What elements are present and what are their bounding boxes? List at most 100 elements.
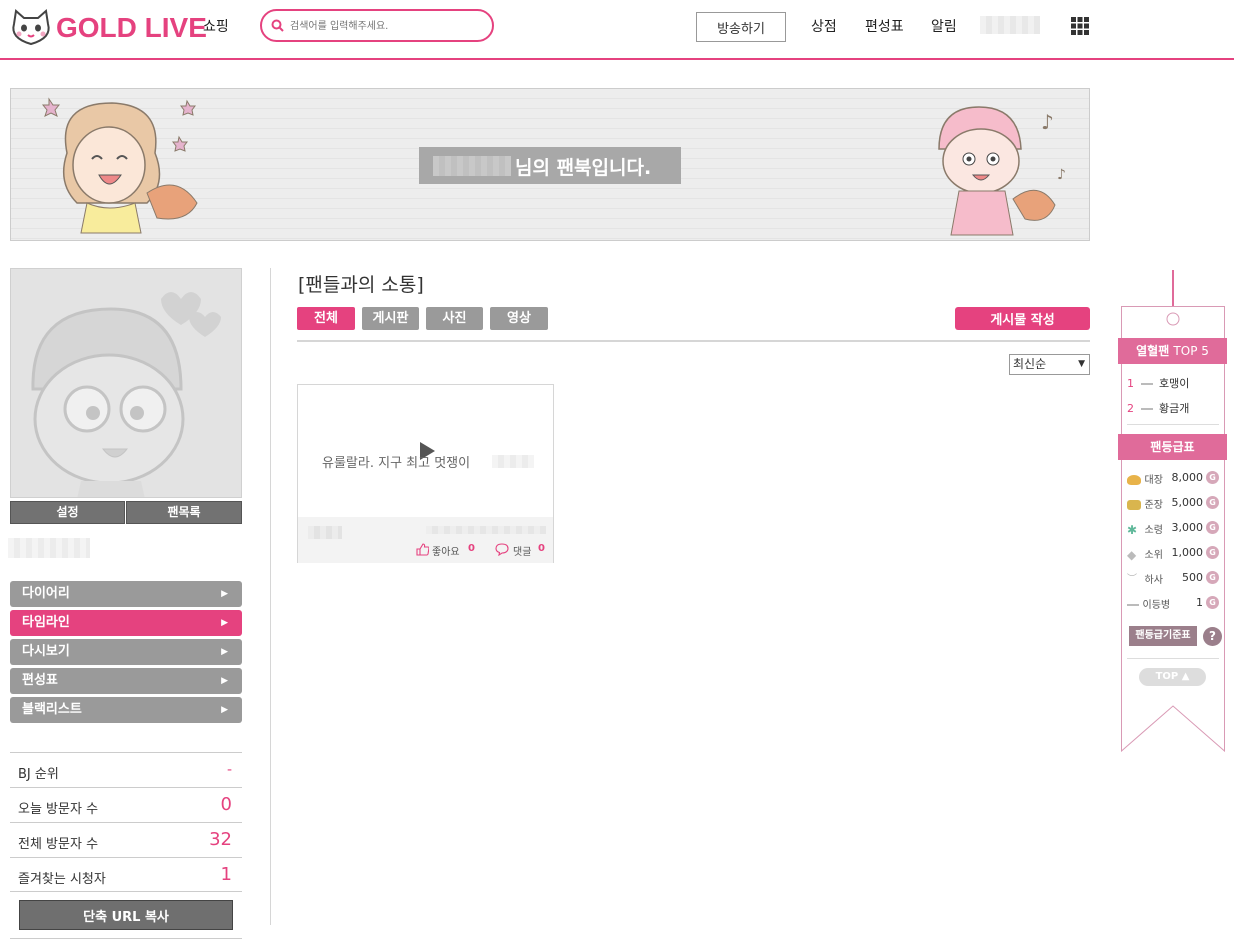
- copy-short-url-button[interactable]: 단축 URL 복사: [19, 900, 233, 930]
- top5-rank: 2: [1127, 402, 1134, 415]
- gold-coin-icon: G: [1206, 596, 1219, 609]
- column-divider: [270, 268, 271, 925]
- grade-name: 소령: [1144, 525, 1163, 536]
- stat-value: -: [226, 762, 232, 778]
- likes-count: 0: [468, 543, 475, 554]
- top5-rank: 1: [1127, 377, 1134, 390]
- fan-sidebar: 열혈팬 TOP 5 1 호맹이 2 황금개 팬등급표 대장 8,000 G 준장…: [1118, 306, 1227, 752]
- top5-name: 호맹이: [1159, 377, 1190, 390]
- broadcast-button[interactable]: 방송하기: [696, 12, 786, 42]
- caret-down-icon: ▼: [1078, 359, 1085, 369]
- stat-value: 32: [209, 829, 232, 850]
- nav-schedule[interactable]: 편성표: [865, 16, 904, 36]
- grade-row: ︶ 하사 500 G: [1127, 571, 1219, 586]
- grade-private-icon: [1127, 604, 1139, 606]
- help-icon[interactable]: ?: [1203, 627, 1222, 646]
- baby-character-illustration: ♪ ♪: [938, 106, 1066, 236]
- profile-nickname-redacted: [8, 538, 90, 558]
- tab-photo[interactable]: 사진: [426, 307, 483, 330]
- search-icon[interactable]: [271, 19, 284, 32]
- gold-coin-icon: G: [1206, 546, 1219, 559]
- fan-list-button[interactable]: 팬목록: [126, 501, 242, 524]
- grade-value: 3,000: [1171, 521, 1204, 534]
- menu-item-timeline[interactable]: 타임라인 ▶: [10, 610, 242, 636]
- grade-value: 1,000: [1171, 546, 1204, 559]
- gold-coin-icon: G: [1206, 521, 1219, 534]
- menu-item-diary[interactable]: 다이어리 ▶: [10, 581, 242, 607]
- banner-title-text: 님의 팬북입니다.: [515, 157, 652, 179]
- divider: [1127, 424, 1219, 425]
- top5-item[interactable]: 1 호맹이: [1127, 375, 1189, 391]
- top-header: GOLD LIVE 쇼핑 방송하기 상점 편성표 알림: [0, 0, 1234, 60]
- top5-title-a: 열혈팬: [1136, 344, 1170, 358]
- nav-alerts[interactable]: 알림: [931, 16, 957, 36]
- stat-label: BJ 순위: [18, 767, 59, 782]
- post-card-body[interactable]: 유룰랄라. 지구 최고 멋쟁이: [298, 385, 553, 517]
- divider: [10, 938, 242, 939]
- default-avatar-icon: [31, 292, 221, 497]
- grade-value: 500: [1182, 571, 1203, 584]
- girl-character-illustration: [41, 97, 198, 234]
- post-date-redacted: [426, 526, 546, 534]
- menu-item-replay[interactable]: 다시보기 ▶: [10, 639, 242, 665]
- chevron-right-icon: ▶: [221, 618, 228, 628]
- grade-name: 대장: [1144, 475, 1163, 486]
- menu-item-blacklist[interactable]: 블랙리스트 ▶: [10, 697, 242, 723]
- nav-shopping[interactable]: 쇼핑: [203, 16, 229, 36]
- cat-logo-icon[interactable]: [8, 8, 54, 48]
- post-text-redacted: [492, 455, 534, 468]
- menu-item-label: 편성표: [22, 673, 58, 688]
- likes-label: 좋아요: [432, 547, 460, 558]
- tab-all[interactable]: 전체: [297, 307, 355, 330]
- grade-major-icon: ✱: [1127, 523, 1138, 537]
- menu-item-label: 다이어리: [22, 586, 70, 601]
- search-box: [260, 9, 494, 42]
- tab-video[interactable]: 영상: [490, 307, 548, 330]
- post-card[interactable]: 유룰랄라. 지구 최고 멋쟁이 좋아요 0 댓글 0: [297, 384, 554, 563]
- search-input[interactable]: [290, 17, 486, 35]
- grade-name: 이등병: [1142, 600, 1171, 611]
- stat-today-visitors: 오늘 방문자 수 0: [10, 787, 242, 822]
- menu-item-schedule[interactable]: 편성표 ▶: [10, 668, 242, 694]
- stat-value: 1: [220, 864, 232, 885]
- chevron-right-icon: ▶: [221, 705, 228, 715]
- owner-name-redacted: [433, 156, 511, 176]
- svg-text:♪: ♪: [1057, 167, 1066, 183]
- grade-general-icon: [1127, 475, 1141, 485]
- sort-select[interactable]: 최신순 ▼: [1009, 354, 1090, 375]
- grade-criteria-button[interactable]: 팬등급기준표: [1129, 626, 1197, 646]
- grade-row: 대장 8,000 G: [1127, 471, 1219, 486]
- svg-text:♪: ♪: [1041, 110, 1054, 134]
- grid-menu-icon[interactable]: [1071, 17, 1089, 35]
- write-post-button[interactable]: 게시물 작성: [955, 307, 1090, 330]
- comment-icon[interactable]: [495, 543, 509, 556]
- stat-bj-rank: BJ 순위 -: [10, 752, 242, 787]
- top5-heading: 열혈팬 TOP 5: [1118, 338, 1227, 364]
- grade-row: ◆ 소위 1,000 G: [1127, 546, 1219, 561]
- settings-button[interactable]: 설정: [10, 501, 125, 524]
- divider: [1127, 658, 1219, 659]
- grade-brigadier-icon: [1127, 500, 1141, 510]
- stat-total-visitors: 전체 방문자 수 32: [10, 822, 242, 857]
- chevron-right-icon: ▶: [221, 589, 228, 599]
- menu-item-label: 블랙리스트: [22, 702, 82, 717]
- profile-image: [10, 268, 242, 498]
- nav-store[interactable]: 상점: [811, 16, 837, 36]
- site-logo[interactable]: GOLD LIVE: [56, 12, 207, 44]
- scroll-top-button[interactable]: TOP ▲: [1139, 668, 1206, 686]
- stat-label: 오늘 방문자 수: [18, 802, 99, 817]
- top5-item[interactable]: 2 황금개: [1127, 400, 1189, 416]
- thumbs-up-icon[interactable]: [416, 543, 429, 556]
- menu-item-label: 타임라인: [22, 615, 70, 630]
- author-name-redacted: [308, 526, 342, 539]
- gold-coin-icon: G: [1206, 471, 1219, 484]
- gold-coin-icon: G: [1206, 571, 1219, 584]
- stat-favorite-viewers: 즐겨찾는 시청자 1: [10, 857, 242, 892]
- top5-name: 황금개: [1159, 402, 1190, 415]
- grade-value: 8,000: [1171, 471, 1204, 484]
- grade-row: ✱ 소령 3,000 G: [1127, 521, 1219, 536]
- grade-name: 하사: [1144, 575, 1163, 586]
- comments-label: 댓글: [513, 547, 532, 558]
- user-name-redacted[interactable]: [980, 16, 1040, 34]
- tab-board[interactable]: 게시판: [362, 307, 419, 330]
